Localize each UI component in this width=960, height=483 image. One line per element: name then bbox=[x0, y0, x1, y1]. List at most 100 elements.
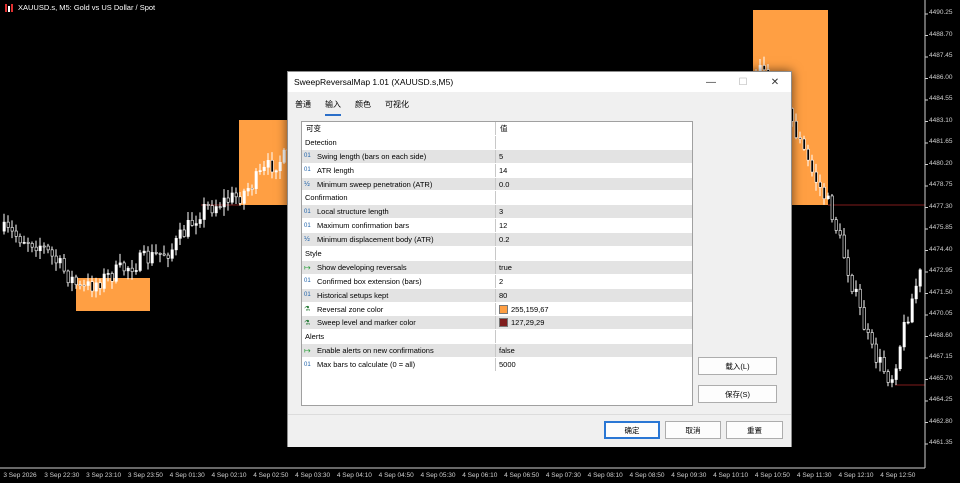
row-value[interactable]: 0.2 bbox=[496, 233, 692, 246]
price-tick-label: 4477.30 bbox=[929, 202, 953, 210]
price-tick-label: 4468.60 bbox=[929, 331, 953, 339]
row-label: Show developing reversals bbox=[317, 262, 407, 272]
table-row[interactable]: 01 Confirmed box extension (bars) 2 bbox=[302, 274, 692, 289]
price-tick-label: 4464.25 bbox=[929, 396, 953, 403]
time-tick-label: 4 Sep 12:50 bbox=[880, 472, 916, 479]
row-label: Minimum sweep penetration (ATR) bbox=[317, 179, 433, 189]
row-value[interactable]: 5000 bbox=[496, 358, 692, 371]
row-variable: 01 Local structure length bbox=[302, 205, 496, 219]
int-type-icon: 01 bbox=[304, 208, 311, 215]
price-tick-label: 4483.10 bbox=[929, 116, 953, 124]
int-type-icon: 01 bbox=[304, 278, 311, 285]
row-value[interactable]: 14 bbox=[496, 164, 692, 177]
inputs-table[interactable]: 可变 值 Detection 01 Swing length (bars on ea… bbox=[301, 121, 693, 406]
row-label: Style bbox=[305, 248, 322, 258]
row-variable: 01 ATR length bbox=[302, 163, 496, 177]
row-value-text: 80 bbox=[499, 290, 508, 300]
row-value[interactable]: 0.0 bbox=[496, 178, 692, 191]
close-icon[interactable]: ✕ bbox=[759, 72, 791, 92]
dialog-titlebar[interactable]: SweepReversalMap 1.01 (XAUUSD.s,M5) — ☐ … bbox=[288, 72, 791, 92]
tab-common[interactable]: 普通 bbox=[295, 99, 311, 116]
row-value[interactable]: false bbox=[496, 344, 692, 357]
row-value[interactable]: 5 bbox=[496, 150, 692, 163]
time-tick-label: 4 Sep 05:30 bbox=[420, 472, 456, 479]
row-value-text: 5 bbox=[499, 151, 504, 161]
table-row[interactable]: ½ Minimum sweep penetration (ATR) 0.0 bbox=[302, 177, 692, 192]
time-tick-label: 3 Sep 2026 bbox=[3, 472, 37, 479]
row-value-text: true bbox=[499, 262, 512, 272]
row-variable: Alerts bbox=[302, 330, 496, 344]
table-row[interactable]: 01 ATR length 14 bbox=[302, 163, 692, 178]
time-tick-label: 4 Sep 02:10 bbox=[211, 472, 247, 479]
price-tick-label: 4472.95 bbox=[929, 267, 953, 274]
time-tick-label: 4 Sep 12:10 bbox=[838, 472, 874, 479]
row-value[interactable]: true bbox=[496, 261, 692, 274]
load-button[interactable]: 载入(L) bbox=[698, 357, 777, 375]
table-row[interactable]: 01 Historical setups kept 80 bbox=[302, 288, 692, 303]
palette-icon: ⚗ bbox=[304, 319, 311, 327]
table-row[interactable]: ↦ Enable alerts on new confirmations false bbox=[302, 344, 692, 359]
row-label: Maximum confirmation bars bbox=[317, 221, 410, 231]
row-variable: Detection bbox=[302, 135, 496, 149]
color-swatch[interactable] bbox=[499, 318, 508, 328]
minimize-icon[interactable]: — bbox=[695, 72, 727, 92]
row-value[interactable]: 2 bbox=[496, 275, 692, 288]
save-button[interactable]: 保存(S) bbox=[698, 385, 777, 403]
reset-button[interactable]: 重置 bbox=[726, 421, 783, 439]
row-variable: 01 Confirmed box extension (bars) bbox=[302, 274, 496, 288]
price-tick-label: 4490.25 bbox=[929, 9, 953, 16]
int-type-icon: 01 bbox=[304, 292, 311, 299]
row-value[interactable]: 3 bbox=[496, 205, 692, 218]
time-tick-label: 4 Sep 08:10 bbox=[587, 472, 623, 479]
table-row[interactable]: 01 Maximum confirmation bars 12 bbox=[302, 219, 692, 234]
price-tick-label: 4475.85 bbox=[929, 224, 953, 231]
row-label: Confirmed box extension (bars) bbox=[317, 276, 422, 286]
tab-inputs[interactable]: 输入 bbox=[325, 99, 341, 116]
row-value-text: 2 bbox=[499, 276, 504, 286]
row-value[interactable]: 80 bbox=[496, 289, 692, 302]
table-row[interactable]: ⚗ Sweep level and marker color 127,29,29 bbox=[302, 316, 692, 331]
double-type-icon: ½ bbox=[304, 180, 310, 188]
time-tick-label: 3 Sep 23:10 bbox=[86, 472, 122, 479]
time-tick-label: 4 Sep 04:10 bbox=[336, 472, 372, 479]
table-row[interactable]: ½ Minimum displacement body (ATR) 0.2 bbox=[302, 233, 692, 248]
table-row[interactable]: 01 Max bars to calculate (0 = all) 5000 bbox=[302, 358, 692, 373]
price-tick-label: 4471.50 bbox=[929, 288, 953, 296]
cancel-button[interactable]: 取消 bbox=[665, 421, 721, 439]
row-value-text: 12 bbox=[499, 221, 508, 231]
row-value[interactable]: 12 bbox=[496, 219, 692, 232]
time-tick-label: 4 Sep 02:50 bbox=[253, 472, 289, 479]
table-row[interactable]: 01 Swing length (bars on each side) 5 bbox=[302, 149, 692, 164]
row-value-text: 255,159,67 bbox=[511, 304, 549, 314]
table-row[interactable]: ↦ Show developing reversals true bbox=[302, 260, 692, 275]
tab-colors[interactable]: 颜色 bbox=[355, 99, 371, 116]
ok-button[interactable]: 确定 bbox=[604, 421, 660, 439]
price-tick-label: 4462.80 bbox=[929, 417, 953, 425]
tab-visualization[interactable]: 可视化 bbox=[385, 99, 409, 116]
row-variable: ⚗ Sweep level and marker color bbox=[302, 316, 496, 330]
price-tick-label: 4478.75 bbox=[929, 181, 953, 188]
price-tick-label: 4484.55 bbox=[929, 95, 953, 102]
dialog-tabs: 普通 输入 颜色 可视化 bbox=[295, 99, 409, 116]
price-tick-label: 4481.65 bbox=[929, 138, 953, 145]
row-value[interactable]: 127,29,29 bbox=[496, 316, 692, 329]
chart-title-text: XAUUSD.s, M5: Gold vs US Dollar / Spot bbox=[18, 3, 156, 12]
table-row[interactable]: ⚗ Reversal zone color 255,159,67 bbox=[302, 302, 692, 317]
int-type-icon: 01 bbox=[304, 361, 311, 368]
time-tick-label: 4 Sep 08:50 bbox=[629, 472, 665, 479]
row-variable: 01 Swing length (bars on each side) bbox=[302, 149, 496, 163]
time-tick-label: 3 Sep 23:50 bbox=[127, 472, 163, 479]
row-value[interactable]: 255,159,67 bbox=[496, 303, 692, 316]
table-group-row: Confirmation bbox=[302, 191, 692, 206]
row-value bbox=[496, 330, 692, 343]
color-swatch[interactable] bbox=[499, 304, 508, 314]
table-row[interactable]: 01 Local structure length 3 bbox=[302, 205, 692, 220]
row-value-text: 127,29,29 bbox=[511, 318, 545, 328]
row-label: Detection bbox=[305, 137, 337, 147]
row-value-text: 14 bbox=[499, 165, 508, 175]
column-value: 值 bbox=[500, 123, 508, 133]
dialog-title: SweepReversalMap 1.01 (XAUUSD.s,M5) bbox=[294, 77, 454, 87]
row-value-text: 3 bbox=[499, 207, 504, 217]
row-variable: ½ Minimum sweep penetration (ATR) bbox=[302, 177, 496, 191]
row-label: Minimum displacement body (ATR) bbox=[317, 235, 434, 245]
